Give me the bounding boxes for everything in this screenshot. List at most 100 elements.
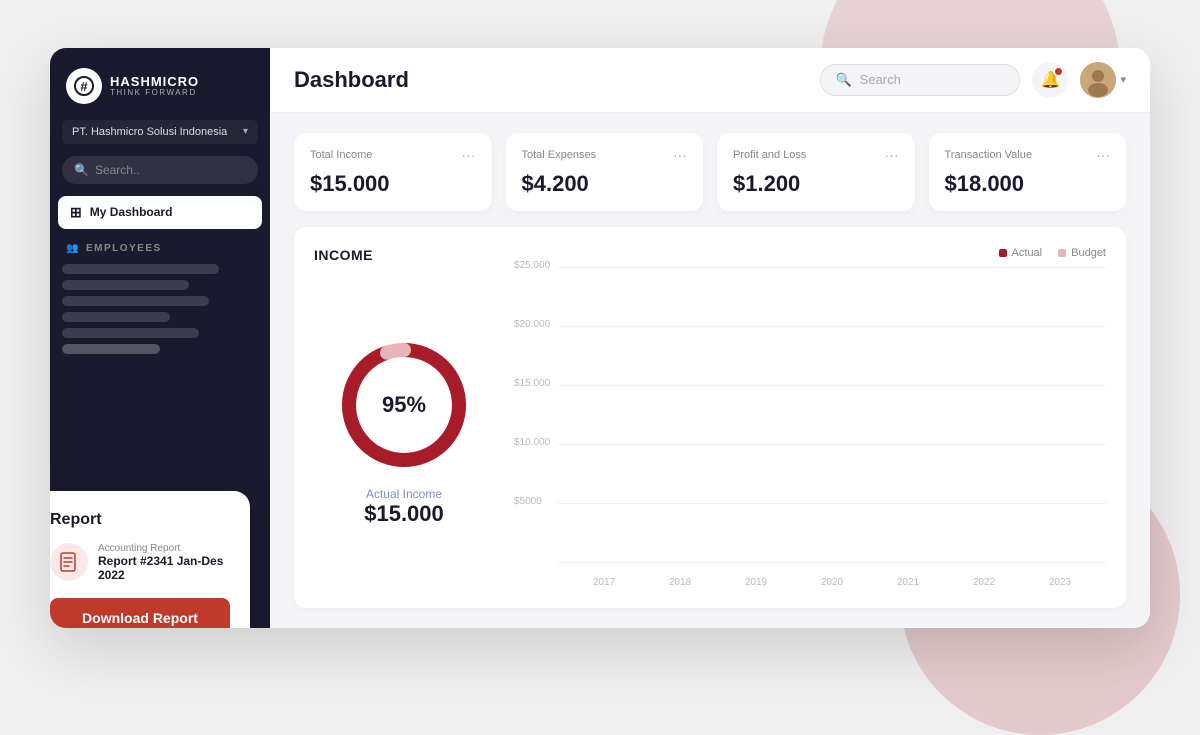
- report-type: Accounting Report: [98, 543, 230, 554]
- company-name: PT. Hashmicro Solusi Indonesia: [72, 126, 227, 138]
- user-menu[interactable]: ▾: [1080, 62, 1126, 98]
- nav-item-2[interactable]: [62, 280, 189, 290]
- donut-percent: 95%: [382, 392, 426, 418]
- search-bar[interactable]: 🔍: [820, 64, 1020, 96]
- report-doc-icon: [50, 543, 88, 581]
- actual-income-info: Actual Income $15.000: [364, 487, 444, 527]
- stat-menu-icon[interactable]: ···: [462, 147, 476, 163]
- report-name: Report #2341 Jan-Des 2022: [98, 554, 230, 582]
- sidebar-item-dashboard[interactable]: ⊞ My Dashboard: [58, 196, 262, 229]
- grid-label-20k: $20.000: [514, 319, 550, 330]
- search-icon: 🔍: [835, 72, 851, 88]
- legend-actual: Actual: [999, 247, 1043, 259]
- section-label: EMPLOYEES: [86, 243, 162, 254]
- chevron-down-icon: ▾: [243, 126, 248, 137]
- sidebar-search-input[interactable]: [95, 163, 246, 177]
- legend-dot-budget: [1058, 249, 1066, 257]
- stat-card-header: Profit and Loss ···: [733, 147, 899, 163]
- stat-card-header: Total Income ···: [310, 147, 476, 163]
- grid-label-10k: $10.000: [514, 437, 550, 448]
- chart-legend: Actual Budget: [518, 247, 1106, 259]
- stat-card-income: Total Income ··· $15.000: [294, 133, 492, 211]
- svg-text:#: #: [80, 79, 88, 94]
- app-container: # HASHMICRO THINK FORWARD PT. Hashmicro …: [50, 48, 1150, 628]
- nav-item-3[interactable]: [62, 296, 209, 306]
- sidebar-search[interactable]: 🔍: [62, 156, 258, 184]
- x-label-2018: 2018: [642, 577, 718, 588]
- chart-area: $25.000 $20.000 $15.000 $10.000 $5000: [518, 267, 1106, 588]
- page-title: Dashboard: [294, 67, 409, 93]
- x-label-2017: 2017: [566, 577, 642, 588]
- stat-card-profit: Profit and Loss ··· $1.200: [717, 133, 915, 211]
- report-card: Report Accounting Report Report #2341 Ja…: [50, 491, 250, 628]
- search-input[interactable]: [860, 72, 1006, 87]
- grid-label-5k: $5000: [514, 496, 542, 507]
- report-card-title: Report: [50, 511, 230, 529]
- user-avatar: [1080, 62, 1116, 98]
- income-right: Actual Budget $25.000 $20.000 $15.000: [518, 247, 1106, 588]
- sidebar: # HASHMICRO THINK FORWARD PT. Hashmicro …: [50, 48, 270, 628]
- main-content: Dashboard 🔍 🔔: [270, 48, 1150, 628]
- stat-value-profit: $1.200: [733, 171, 899, 197]
- bars-wrapper: [558, 267, 1106, 564]
- dashboard-icon: ⊞: [70, 204, 82, 221]
- stat-label-expenses: Total Expenses: [522, 149, 597, 161]
- stat-card-transaction: Transaction Value ··· $18.000: [929, 133, 1127, 211]
- logo-text: HASHMICRO THINK FORWARD: [110, 75, 199, 97]
- stat-menu-icon[interactable]: ···: [673, 147, 687, 163]
- search-icon: 🔍: [74, 163, 89, 177]
- income-section: INCOME 95%: [294, 227, 1126, 608]
- legend-actual-label: Actual: [1012, 247, 1043, 259]
- report-meta: Accounting Report Report #2341 Jan-Des 2…: [98, 543, 230, 582]
- logo-icon: #: [66, 68, 102, 104]
- top-bar-right: 🔍 🔔 ▾: [820, 62, 1126, 98]
- legend-budget: Budget: [1058, 247, 1106, 259]
- stat-menu-icon[interactable]: ···: [885, 147, 899, 163]
- stat-card-header: Total Expenses ···: [522, 147, 688, 163]
- legend-dot-actual: [999, 249, 1007, 257]
- top-bar: Dashboard 🔍 🔔: [270, 48, 1150, 113]
- grid-label-15k: $15.000: [514, 378, 550, 389]
- stat-menu-icon[interactable]: ···: [1096, 147, 1110, 163]
- nav-item-6[interactable]: [62, 344, 160, 354]
- stat-cards: Total Income ··· $15.000 Total Expenses …: [294, 133, 1126, 211]
- sidebar-logo: # HASHMICRO THINK FORWARD: [50, 48, 270, 120]
- income-donut-area: 95% Actual Income $15.000: [314, 275, 494, 588]
- income-section-title: INCOME: [314, 247, 494, 263]
- donut-chart: 95%: [334, 335, 474, 475]
- x-label-2021: 2021: [870, 577, 946, 588]
- sidebar-nav-items: [50, 260, 270, 358]
- stat-card-header: Transaction Value ···: [945, 147, 1111, 163]
- notification-dot: [1055, 68, 1062, 75]
- notification-button[interactable]: 🔔: [1032, 62, 1068, 98]
- stat-label-transaction: Transaction Value: [945, 149, 1032, 161]
- sidebar-section-employees: 👥 EMPLOYEES: [50, 233, 270, 260]
- employees-icon: 👥: [66, 243, 80, 254]
- x-label-2020: 2020: [794, 577, 870, 588]
- logo-tagline: THINK FORWARD: [110, 88, 199, 97]
- x-label-2019: 2019: [718, 577, 794, 588]
- x-label-2022: 2022: [946, 577, 1022, 588]
- logo-name: HASHMICRO: [110, 75, 199, 88]
- content-area: Total Income ··· $15.000 Total Expenses …: [270, 113, 1150, 628]
- sidebar-item-label: My Dashboard: [90, 205, 173, 219]
- stat-value-transaction: $18.000: [945, 171, 1111, 197]
- x-axis: 2017 2018 2019 2020 2021 2022 2023: [558, 577, 1106, 588]
- stat-card-expenses: Total Expenses ··· $4.200: [506, 133, 704, 211]
- donut-center: 95%: [382, 392, 426, 418]
- report-info: Accounting Report Report #2341 Jan-Des 2…: [50, 543, 230, 582]
- download-report-button[interactable]: Download Report: [50, 598, 230, 628]
- grid-label-25k: $25.000: [514, 260, 550, 271]
- income-left: INCOME 95%: [314, 247, 494, 588]
- nav-item-1[interactable]: [62, 264, 219, 274]
- nav-item-5[interactable]: [62, 328, 199, 338]
- stat-value-expenses: $4.200: [522, 171, 688, 197]
- stat-label-profit: Profit and Loss: [733, 149, 806, 161]
- actual-income-value: $15.000: [364, 501, 444, 527]
- x-label-2023: 2023: [1022, 577, 1098, 588]
- stat-value-income: $15.000: [310, 171, 476, 197]
- company-selector[interactable]: PT. Hashmicro Solusi Indonesia ▾: [62, 120, 258, 144]
- actual-income-label: Actual Income: [364, 487, 444, 501]
- nav-item-4[interactable]: [62, 312, 170, 322]
- legend-budget-label: Budget: [1071, 247, 1106, 259]
